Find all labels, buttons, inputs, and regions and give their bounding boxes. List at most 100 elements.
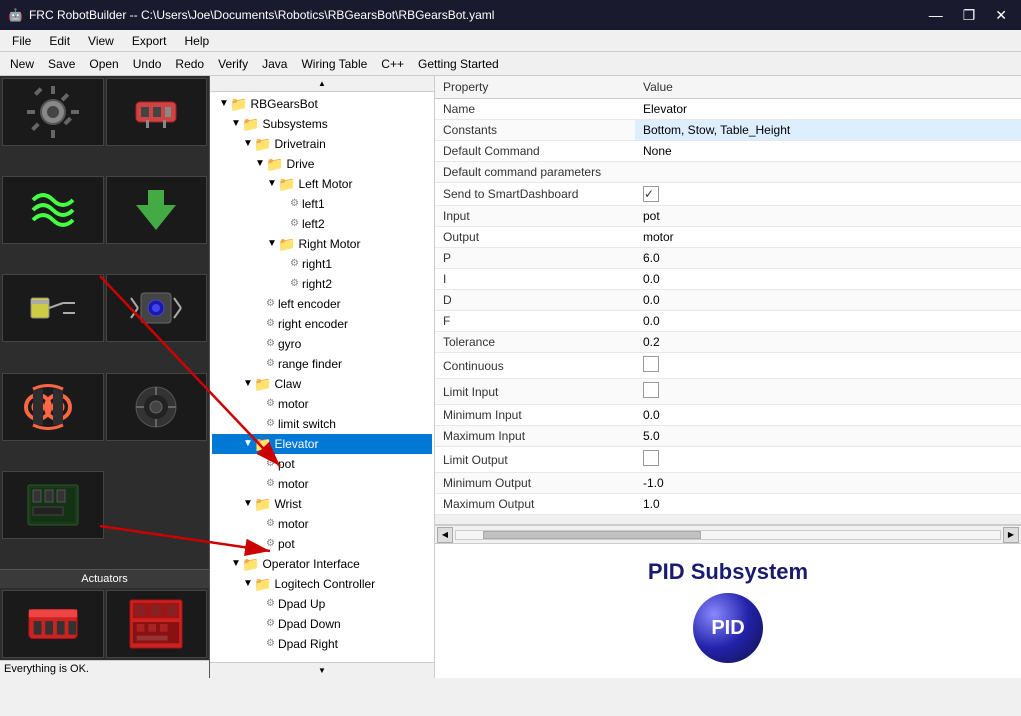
tree-row-gyro[interactable]: ⚙ gyro [212,334,432,354]
prop-value-11[interactable]: 0.2 [635,332,1021,353]
prop-row-10: F0.0 [435,311,1021,332]
prop-value-18[interactable]: 1.0 [635,494,1021,515]
toolbar-verify[interactable]: Verify [212,55,254,73]
close-button[interactable]: ✕ [989,5,1013,26]
checkbox-16[interactable] [643,450,659,466]
expand-elevator[interactable]: ▼ [242,435,254,453]
toolbar-redo[interactable]: Redo [169,55,210,73]
scroll-left-arrow[interactable]: ◀ [437,527,453,543]
tree-row-right-encoder[interactable]: ⚙ right encoder [212,314,432,334]
toolbar-cpp[interactable]: C++ [375,55,410,73]
tree-scroll-up[interactable]: ▲ [210,76,434,92]
tree-row-right-motor[interactable]: ▼ 📁 Right Motor [212,234,432,254]
tree-row-elevator[interactable]: ▼ 📁 Elevator [212,434,432,454]
tree-row-drive[interactable]: ▼ 📁 Drive [212,154,432,174]
prop-value-9[interactable]: 0.0 [635,290,1021,311]
tree-scroll-down[interactable]: ▼ [210,662,434,678]
menu-file[interactable]: File [4,32,39,50]
tree-row-elevator-motor[interactable]: ⚙ motor [212,474,432,494]
toolbar-save[interactable]: Save [42,55,81,73]
tree-row-wrist[interactable]: ▼ 📁 Wrist [212,494,432,514]
expand-operator-interface[interactable]: ▼ [230,555,242,573]
toolbar-new[interactable]: New [4,55,40,73]
prop-value-2[interactable]: None [635,141,1021,162]
component-arrow-down[interactable] [106,176,208,244]
prop-value-5[interactable]: pot [635,206,1021,227]
component-ultrasonic[interactable] [106,274,208,342]
restore-button[interactable]: ❐ [957,5,982,26]
prop-row-11: Tolerance0.2 [435,332,1021,353]
tree-row-left-encoder[interactable]: ⚙ left encoder [212,294,432,314]
tree-scroll-area[interactable]: ▼ 📁 RBGearsBot ▼ 📁 Subsystems [210,92,434,662]
toolbar-java[interactable]: Java [256,55,293,73]
prop-value-15[interactable]: 5.0 [635,426,1021,447]
prop-value-14[interactable]: 0.0 [635,405,1021,426]
tree-row-limit-switch[interactable]: ⚙ limit switch [212,414,432,434]
tree-row-right2[interactable]: ⚙ right2 [212,274,432,294]
prop-value-8[interactable]: 0.0 [635,269,1021,290]
toolbar-open[interactable]: Open [83,55,124,73]
tree-row-drivetrain[interactable]: ▼ 📁 Drivetrain [212,134,432,154]
expand-logitech[interactable]: ▼ [242,575,254,593]
tree-row-left-motor[interactable]: ▼ 📁 Left Motor [212,174,432,194]
tree-row-right1[interactable]: ⚙ right1 [212,254,432,274]
tree-row-dpad-right[interactable]: ⚙ Dpad Right [212,634,432,654]
component-relay[interactable] [2,274,104,342]
tree-row-logitech[interactable]: ▼ 📁 Logitech Controller [212,574,432,594]
folder-icon-operator-interface: 📁 [242,555,259,573]
prop-value-3[interactable] [635,162,1021,183]
expand-left-motor[interactable]: ▼ [266,175,278,193]
expand-claw[interactable]: ▼ [242,375,254,393]
component-chain[interactable] [2,373,104,441]
label-wrist: Wrist [274,495,301,513]
menu-export[interactable]: Export [124,32,175,50]
properties-scrollbar[interactable]: ◀ ▶ [435,525,1021,543]
tree-row-wrist-motor[interactable]: ⚙ motor [212,514,432,534]
menu-view[interactable]: View [80,32,122,50]
expand-wrist[interactable]: ▼ [242,495,254,513]
expand-drive[interactable]: ▼ [254,155,266,173]
tree-row-rbgearsbot[interactable]: ▼ 📁 RBGearsBot [212,94,432,114]
component-sensor[interactable] [106,78,208,146]
scroll-right-arrow[interactable]: ▶ [1003,527,1019,543]
component-cable[interactable] [2,176,104,244]
component-board1[interactable] [2,471,104,539]
expand-subsystems[interactable]: ▼ [230,115,242,133]
expand-right-motor[interactable]: ▼ [266,235,278,253]
tree-row-dpad-up[interactable]: ⚙ Dpad Up [212,594,432,614]
checkbox-4[interactable] [643,186,659,202]
checkbox-12[interactable] [643,356,659,372]
prop-value-7[interactable]: 6.0 [635,248,1021,269]
prop-value-10[interactable]: 0.0 [635,311,1021,332]
scroll-thumb[interactable] [483,531,701,539]
menu-help[interactable]: Help [177,32,218,50]
actuator-motor[interactable] [2,590,104,658]
component-motor-dark[interactable] [106,373,208,441]
tree-row-pot[interactable]: ⚙ pot [212,454,432,474]
tree-row-subsystems[interactable]: ▼ 📁 Subsystems [212,114,432,134]
prop-value-1[interactable]: Bottom, Stow, Table_Height [635,120,1021,141]
component-gear[interactable] [2,78,104,146]
toolbar-getting-started[interactable]: Getting Started [412,55,505,73]
actuator-board[interactable] [106,590,208,658]
tree-row-operator-interface[interactable]: ▼ 📁 Operator Interface [212,554,432,574]
scroll-track[interactable] [455,530,1001,540]
tree-row-claw[interactable]: ▼ 📁 Claw [212,374,432,394]
toolbar-undo[interactable]: Undo [127,55,168,73]
toolbar-wiring-table[interactable]: Wiring Table [295,55,373,73]
expand-drivetrain[interactable]: ▼ [242,135,254,153]
tree-row-dpad-down[interactable]: ⚙ Dpad Down [212,614,432,634]
tree-row-wrist-pot[interactable]: ⚙ pot [212,534,432,554]
expand-rbgearsbot[interactable]: ▼ [218,95,230,113]
checkbox-13[interactable] [643,382,659,398]
minimize-button[interactable]: — [923,5,949,26]
prop-value-0[interactable]: Elevator [635,99,1021,120]
menu-edit[interactable]: Edit [41,32,78,50]
tree-row-left1[interactable]: ⚙ left1 [212,194,432,214]
folder-icon-claw: 📁 [254,375,271,393]
tree-row-left2[interactable]: ⚙ left2 [212,214,432,234]
tree-row-claw-motor[interactable]: ⚙ motor [212,394,432,414]
tree-row-range-finder[interactable]: ⚙ range finder [212,354,432,374]
prop-value-17[interactable]: -1.0 [635,473,1021,494]
prop-value-6[interactable]: motor [635,227,1021,248]
